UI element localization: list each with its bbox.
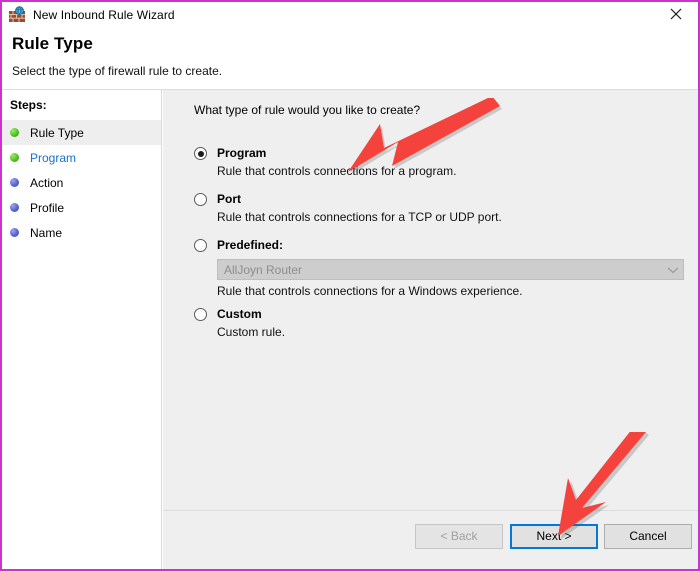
predefined-rule-value: AllJoyn Router xyxy=(224,262,303,277)
rule-type-radio-group: Program Rule that controls connections f… xyxy=(194,146,684,353)
next-button[interactable]: Next > xyxy=(510,524,598,549)
radio-predefined[interactable] xyxy=(194,239,207,252)
sidebar-item-program[interactable]: Program xyxy=(2,145,161,170)
steps-label: Steps: xyxy=(10,98,47,112)
option-description: Rule that controls connections for a TCP… xyxy=(217,210,502,224)
step-bullet-icon xyxy=(10,203,19,212)
sidebar-item-label: Rule Type xyxy=(30,125,84,140)
option-program[interactable]: Program Rule that controls connections f… xyxy=(194,146,684,178)
step-bullet-icon xyxy=(10,153,19,162)
option-predefined[interactable]: Predefined: AllJoyn Router Rule that con… xyxy=(194,238,684,298)
firewall-icon xyxy=(8,6,26,24)
wizard-footer: < Back Next > Cancel xyxy=(163,510,698,569)
predefined-rule-dropdown[interactable]: AllJoyn Router xyxy=(217,259,684,280)
option-label: Program xyxy=(217,146,267,160)
step-bullet-icon xyxy=(10,228,19,237)
option-port[interactable]: Port Rule that controls connections for … xyxy=(194,192,684,224)
sidebar-item-label: Name xyxy=(30,225,63,240)
option-description: Custom rule. xyxy=(217,325,286,339)
close-icon[interactable] xyxy=(654,2,698,26)
window-title: New Inbound Rule Wizard xyxy=(33,8,175,22)
question-text: What type of rule would you like to crea… xyxy=(194,103,421,117)
wizard-body: Steps: Rule Type Program Action Profile … xyxy=(2,90,698,569)
option-description: Rule that controls connections for a Win… xyxy=(217,284,523,298)
back-button[interactable]: < Back xyxy=(415,524,503,549)
sidebar-item-rule-type[interactable]: Rule Type xyxy=(2,120,161,145)
page-header: Rule Type Select the type of firewall ru… xyxy=(2,28,698,90)
radio-program[interactable] xyxy=(194,147,207,160)
page-subtitle: Select the type of firewall rule to crea… xyxy=(12,64,223,78)
step-bullet-icon xyxy=(10,178,19,187)
step-bullet-icon xyxy=(10,128,19,137)
cancel-button[interactable]: Cancel xyxy=(604,524,692,549)
option-label: Custom xyxy=(217,307,262,321)
sidebar-item-name[interactable]: Name xyxy=(2,220,161,245)
radio-custom[interactable] xyxy=(194,308,207,321)
sidebar-item-label: Profile xyxy=(30,200,65,215)
content-pane: What type of rule would you like to crea… xyxy=(162,90,698,569)
radio-port[interactable] xyxy=(194,193,207,206)
option-label: Predefined: xyxy=(217,238,284,252)
title-bar: New Inbound Rule Wizard xyxy=(2,2,698,28)
option-description: Rule that controls connections for a pro… xyxy=(217,164,457,178)
sidebar-item-profile[interactable]: Profile xyxy=(2,195,161,220)
sidebar-item-label: Program xyxy=(30,150,77,165)
wizard-window: New Inbound Rule Wizard Rule Type Select… xyxy=(0,0,700,571)
option-label: Port xyxy=(217,192,241,206)
chevron-down-icon xyxy=(667,261,679,279)
sidebar-item-label: Action xyxy=(30,175,64,190)
sidebar-item-action[interactable]: Action xyxy=(2,170,161,195)
option-custom[interactable]: Custom Custom rule. xyxy=(194,307,684,339)
page-title: Rule Type xyxy=(12,34,93,53)
steps-sidebar: Steps: Rule Type Program Action Profile … xyxy=(2,90,162,569)
